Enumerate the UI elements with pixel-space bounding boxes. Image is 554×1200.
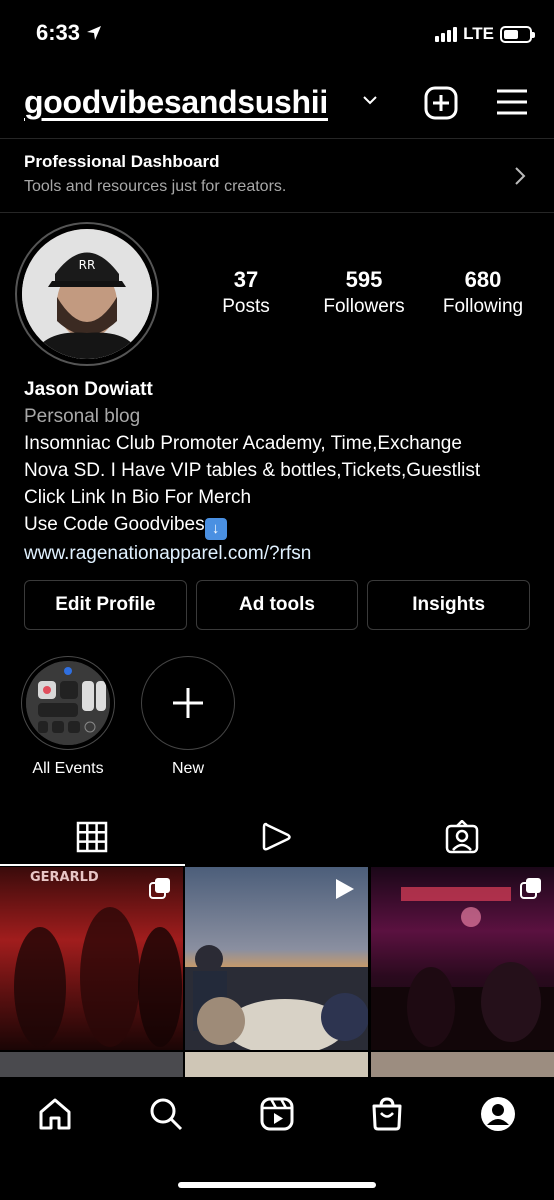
professional-dashboard[interactable]: Professional Dashboard Tools and resourc…	[0, 138, 554, 213]
profile-icon	[481, 1097, 515, 1131]
reels-nav-icon	[260, 1097, 294, 1131]
add-post-icon[interactable]	[424, 86, 458, 120]
bio-line: Nova SD. I Have VIP tables & bottles,Tic…	[24, 460, 481, 481]
bio-line: Click Link In Bio For Merch	[24, 487, 252, 508]
post-grid: GERARLD	[0, 867, 554, 1077]
nav-profile[interactable]	[477, 1093, 519, 1135]
tab-grid[interactable]	[0, 808, 185, 866]
ad-tools-button[interactable]: Ad tools	[195, 580, 359, 630]
highlight-ring	[21, 656, 115, 750]
account-switcher[interactable]: goodvibesandsushii	[24, 84, 328, 121]
bio-line: Insomniac Club Promoter Academy, Time,Ex…	[24, 433, 462, 454]
avatar-photo: RR	[22, 229, 152, 359]
plus-icon	[173, 688, 203, 718]
nav-shop[interactable]	[366, 1093, 408, 1135]
tab-tagged[interactable]	[369, 808, 554, 866]
carousel-icon	[149, 878, 170, 899]
post-tile[interactable]: GERARLD	[0, 867, 183, 1050]
stat-posts[interactable]: 37 Posts	[190, 266, 302, 320]
shop-icon	[372, 1097, 402, 1131]
home-icon	[39, 1098, 71, 1130]
bio-link[interactable]: www.ragenationapparel.com/?rfsn	[24, 540, 544, 567]
hamburger-menu-icon[interactable]	[496, 88, 528, 116]
chevron-down-icon[interactable]	[362, 94, 378, 106]
bio-code-text: Use Code Goodvibes	[24, 514, 205, 535]
nav-search[interactable]	[145, 1093, 187, 1135]
control-center-thumbnail-icon	[26, 661, 110, 745]
profile-tabs	[0, 808, 554, 866]
stat-label: Posts	[222, 296, 270, 317]
profile-actions: Edit Profile Ad tools Insights	[24, 580, 531, 630]
profile-avatar[interactable]: RR	[15, 222, 159, 366]
post-tile[interactable]	[185, 867, 368, 1050]
status-bar: 6:33 LTE	[0, 0, 554, 66]
highlight-cover	[26, 661, 110, 745]
nav-home[interactable]	[34, 1093, 76, 1135]
profile-stats: 37 Posts 595 Followers 680 Following	[190, 266, 540, 320]
tagged-icon	[445, 820, 478, 854]
location-arrow-icon	[87, 26, 102, 40]
signal-bars-icon	[435, 26, 458, 42]
search-icon	[150, 1098, 183, 1131]
edit-profile-button[interactable]: Edit Profile	[24, 580, 187, 630]
avatar: RR	[22, 229, 152, 359]
dashboard-subtitle: Tools and resources just for creators.	[24, 178, 287, 195]
post-tile[interactable]	[371, 1052, 554, 1077]
insights-button[interactable]: Insights	[367, 580, 531, 630]
profile-bio: Jason Dowiatt Personal blog Insomniac Cl…	[24, 376, 544, 567]
post-tile[interactable]	[185, 1052, 368, 1077]
profile-header: goodvibesandsushii	[0, 80, 554, 130]
category-label: Personal blog	[24, 406, 141, 427]
bottom-nav	[0, 1077, 554, 1200]
stat-value: 595	[345, 267, 383, 292]
status-time: 6:33	[36, 20, 102, 46]
new-highlight-ring	[141, 656, 235, 750]
nav-reels[interactable]	[256, 1093, 298, 1135]
bio-line-code: Use Code Goodvibes ↓	[24, 511, 544, 540]
clock-text: 6:33	[36, 20, 81, 45]
down-arrow-emoji-icon: ↓	[204, 518, 227, 540]
stat-label: Followers	[323, 296, 405, 317]
stat-value: 680	[464, 267, 502, 292]
highlight-label: New	[171, 760, 204, 777]
reels-icon	[262, 822, 291, 851]
stat-followers[interactable]: 595 Followers	[302, 266, 426, 320]
svg-text:RR: RR	[79, 258, 96, 272]
post-tile[interactable]	[0, 1052, 183, 1077]
post-overlay-text: GERARLD	[30, 870, 99, 885]
battery-icon	[500, 25, 535, 43]
highlight-all-events[interactable]: All Events	[21, 656, 115, 778]
highlight-label: All Events	[32, 760, 104, 777]
status-right: LTE	[435, 24, 535, 44]
play-icon	[336, 879, 354, 899]
carousel-icon	[520, 878, 541, 899]
post-tile[interactable]	[371, 867, 554, 1050]
stat-label: Following	[442, 296, 524, 317]
stat-following[interactable]: 680 Following	[426, 266, 540, 320]
stat-value: 37	[233, 267, 259, 292]
display-name: Jason Dowiatt	[24, 379, 153, 400]
chevron-right-icon	[515, 167, 526, 185]
network-label: LTE	[463, 24, 494, 43]
home-indicator	[178, 1182, 376, 1188]
highlight-new[interactable]: New	[141, 656, 235, 778]
tab-reels[interactable]	[185, 808, 370, 866]
dashboard-title: Professional Dashboard	[24, 152, 220, 171]
grid-icon	[77, 821, 108, 853]
